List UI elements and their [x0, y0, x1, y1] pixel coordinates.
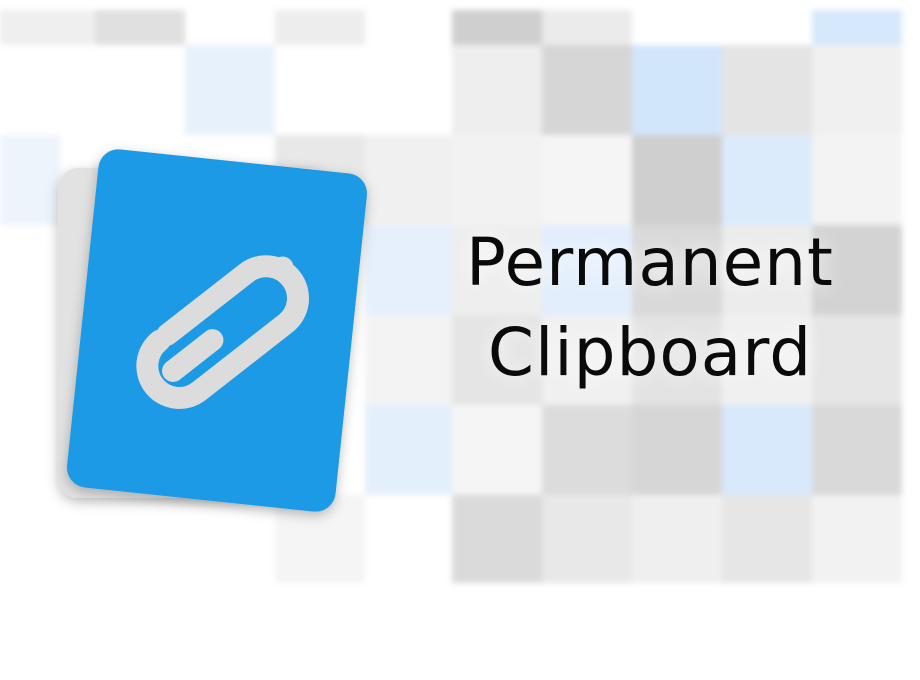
background-tile [542, 135, 632, 225]
background-tile [542, 495, 632, 583]
background-tile [452, 405, 542, 495]
background-tile [812, 10, 902, 45]
background-tile [722, 495, 812, 583]
background-tile [632, 135, 722, 225]
title-line-2: Clipboard [487, 314, 813, 391]
background-tile [542, 45, 632, 135]
background-tile [722, 405, 812, 495]
background-tile [452, 10, 542, 45]
app-title: Permanent Clipboard [400, 218, 900, 398]
title-line-1: Permanent [466, 224, 834, 301]
background-tile [632, 45, 722, 135]
background-tile [812, 135, 902, 225]
promo-banner: Permanent Clipboard [0, 0, 920, 680]
background-tile [722, 45, 812, 135]
paperclip-icon [58, 149, 368, 512]
background-tile [452, 135, 542, 225]
background-tile [812, 45, 902, 135]
background-tile [452, 45, 542, 135]
background-tile [452, 495, 542, 583]
background-tile [722, 135, 812, 225]
background-tile [812, 495, 902, 583]
background-tile [542, 405, 632, 495]
background-tile [812, 405, 902, 495]
background-tile [632, 495, 722, 583]
background-tile [632, 405, 722, 495]
background-tile [542, 10, 632, 45]
